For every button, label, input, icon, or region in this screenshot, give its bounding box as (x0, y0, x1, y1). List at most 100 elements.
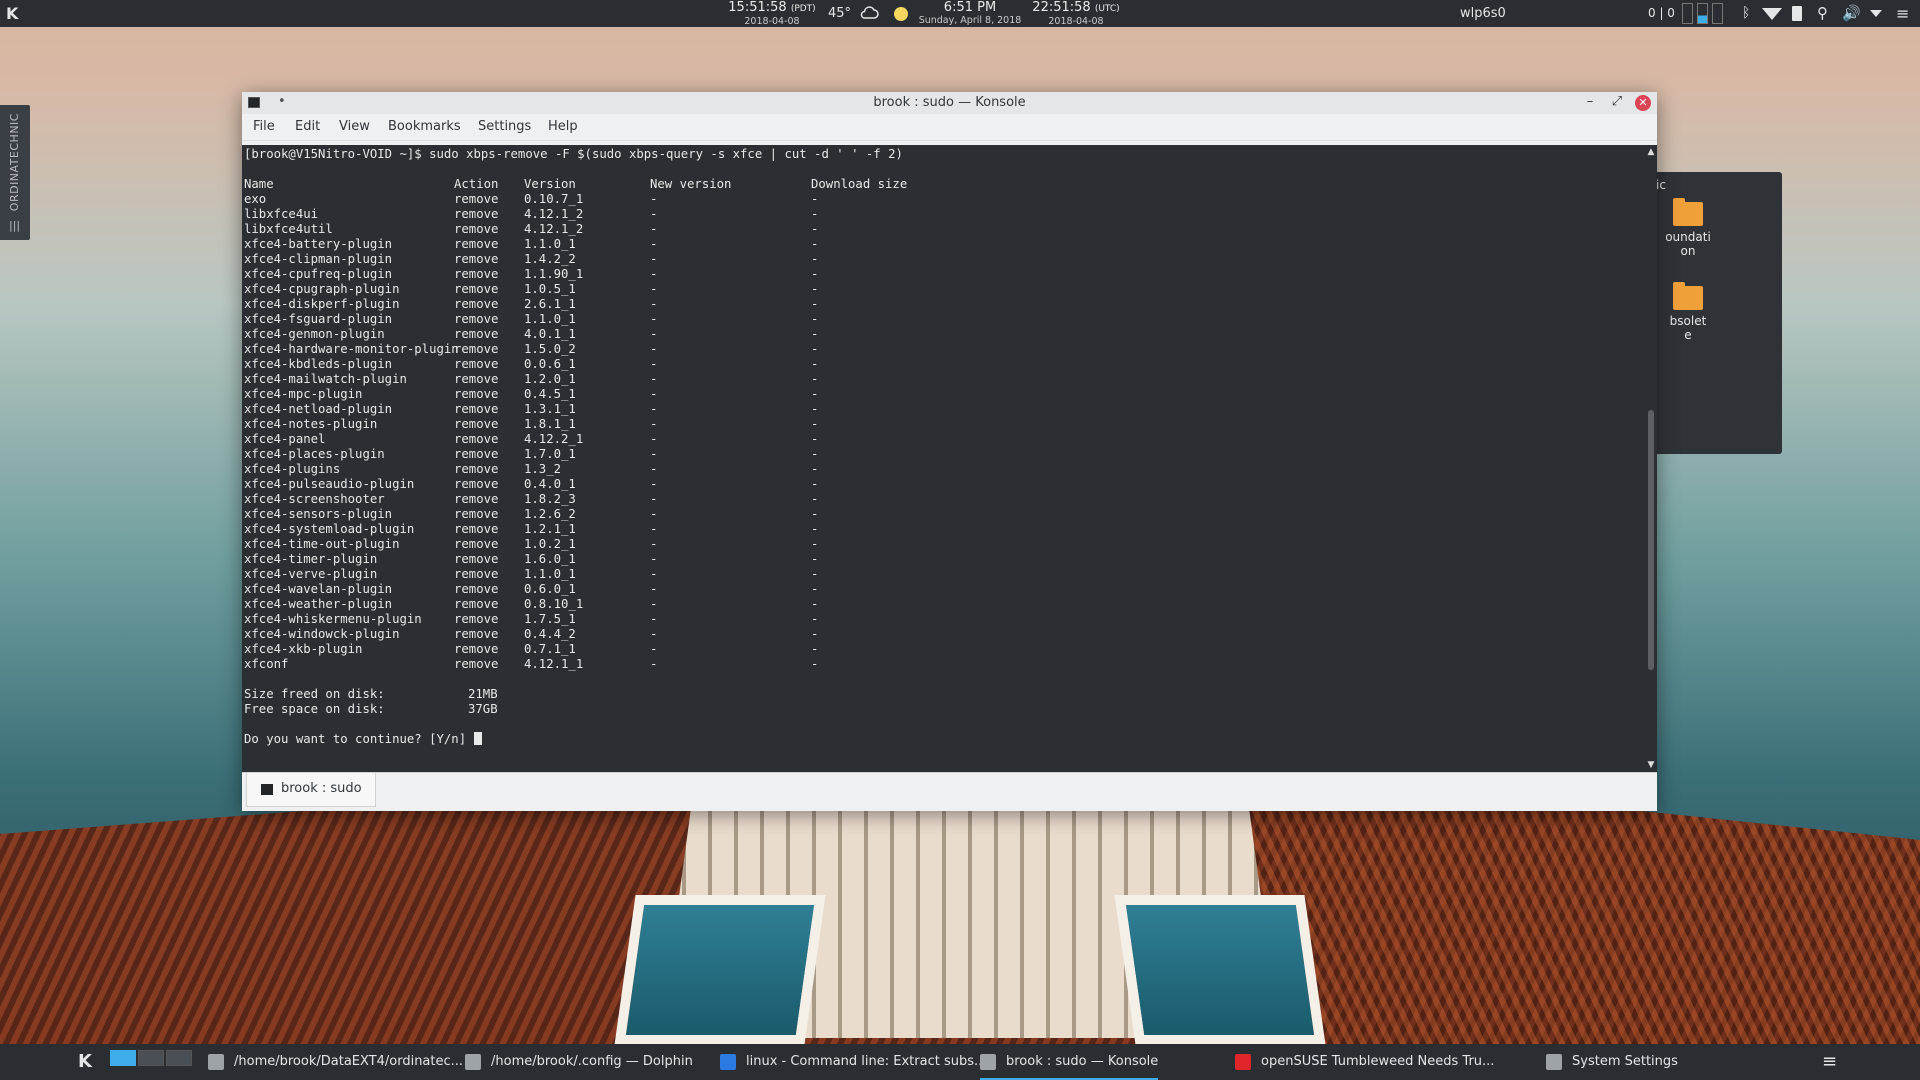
minimize-icon[interactable]: – (1581, 94, 1599, 109)
clock-utc[interactable]: 22:51:58 (UTC) 2018-04-08 (1026, 0, 1126, 28)
row-new-version: - (650, 657, 658, 671)
row-download-size: - (811, 537, 819, 551)
task-item[interactable]: linux - Command line: Extract subs... (720, 1044, 986, 1080)
row-download-size: - (811, 402, 819, 416)
row-new-version: - (650, 477, 658, 491)
row-version: 0.4.4_2 (524, 627, 576, 641)
row-version: 4.12.1_2 (524, 207, 584, 221)
terminal-scrollbar[interactable]: ▲ ▼ (1645, 145, 1657, 772)
row-new-version: - (650, 552, 658, 566)
desktop-2[interactable] (138, 1050, 164, 1066)
battery-icon[interactable] (1792, 6, 1802, 21)
window-titlebar[interactable]: • brook : sudo — Konsole – ⤢ ✕ (242, 92, 1657, 114)
row-version: 1.1.90_1 (524, 267, 584, 281)
row-action: remove (454, 522, 499, 536)
desktop-1[interactable] (110, 1050, 136, 1066)
clock-pdt-date: 2018-04-08 (744, 16, 800, 27)
row-new-version: - (650, 342, 658, 356)
row-download-size: - (811, 282, 819, 296)
folder-view-widget[interactable]: ic oundati on bsolet e (1650, 172, 1782, 454)
cpu-monitor[interactable] (1682, 3, 1693, 24)
row-download-size: - (811, 567, 819, 581)
row-version: 0.4.0_1 (524, 477, 576, 491)
scroll-thumb[interactable] (1648, 410, 1654, 670)
wifi-icon[interactable] (1762, 8, 1782, 22)
application-launcher-icon[interactable]: K (78, 1044, 92, 1080)
clock-local-date: Sunday, April 8, 2018 (918, 15, 1022, 26)
tab-brook-sudo[interactable]: brook : sudo (246, 773, 376, 807)
panel-menu-icon[interactable]: ≡ (1896, 0, 1909, 27)
row-name: xfce4-mailwatch-plugin (244, 372, 407, 386)
row-name: xfce4-time-out-plugin (244, 537, 400, 551)
row-new-version: - (650, 237, 658, 251)
terminal-icon (261, 784, 273, 795)
swap-monitor[interactable] (1712, 3, 1723, 24)
memory-monitor[interactable] (1697, 3, 1708, 24)
row-download-size: - (811, 207, 819, 221)
row-action: remove (454, 267, 499, 281)
row-version: 1.1.0_1 (524, 237, 576, 251)
menu-view[interactable]: View (339, 119, 370, 134)
row-name: xfce4-fsguard-plugin (244, 312, 393, 326)
scroll-up-icon[interactable]: ▲ (1645, 147, 1657, 157)
task-item[interactable]: /home/brook/DataEXT4/ordinatec... (208, 1044, 463, 1080)
terminal-output[interactable]: [brook@V15Nitro-VOID ~]$ sudo xbps-remov… (242, 145, 1645, 772)
taskbar-menu-icon[interactable]: ≡ (1822, 1044, 1837, 1080)
row-name: xfce4-clipman-plugin (244, 252, 393, 266)
menu-help[interactable]: Help (548, 119, 578, 134)
menu-bookmarks[interactable]: Bookmarks (388, 119, 461, 134)
task-item[interactable]: openSUSE Tumbleweed Needs Tru... (1235, 1044, 1494, 1080)
volume-icon[interactable]: 🔊 (1842, 0, 1861, 27)
folder-item-obsolete[interactable]: bsolet e (1658, 282, 1718, 342)
row-action: remove (454, 477, 499, 491)
header-action: Action (454, 177, 499, 191)
row-new-version: - (650, 462, 658, 476)
folder-item-foundation[interactable]: oundati on (1658, 198, 1718, 258)
row-name: xfce4-plugins (244, 462, 341, 476)
row-new-version: - (650, 582, 658, 596)
task-label: /home/brook/DataEXT4/ordinatec... (234, 1054, 464, 1069)
row-action: remove (454, 507, 499, 521)
row-action: remove (454, 642, 499, 656)
task-item[interactable]: brook : sudo — Konsole (980, 1044, 1159, 1080)
scroll-down-icon[interactable]: ▼ (1645, 760, 1657, 770)
row-name: xfce4-pulseaudio-plugin (244, 477, 415, 491)
row-download-size: - (811, 597, 819, 611)
paperclip-icon[interactable]: ⚲ (1817, 0, 1828, 27)
bluetooth-icon[interactable]: ᛒ (1742, 0, 1750, 27)
row-new-version: - (650, 402, 658, 416)
tray-expand-icon[interactable] (1870, 10, 1882, 18)
task-item[interactable]: /home/brook/.config — Dolphin (465, 1044, 693, 1080)
continue-prompt: Do you want to continue? [Y/n] (244, 732, 482, 747)
row-new-version: - (650, 567, 658, 581)
row-download-size: - (811, 582, 819, 596)
menu-settings[interactable]: Settings (478, 119, 531, 134)
row-download-size: - (811, 357, 819, 371)
desktop-3[interactable] (166, 1050, 192, 1066)
row-download-size: - (811, 522, 819, 536)
wallpaper-window-right (1114, 895, 1326, 1045)
row-action: remove (454, 237, 499, 251)
clock-utc-time: 22:51:58 (1032, 0, 1091, 15)
row-name: xfce4-panel (244, 432, 326, 446)
close-icon[interactable]: ✕ (1635, 95, 1651, 111)
row-action: remove (454, 252, 499, 266)
task-item[interactable]: System Settings (1546, 1044, 1678, 1080)
menu-file[interactable]: File (253, 119, 275, 134)
row-version: 1.4.2_2 (524, 252, 576, 266)
clock-local[interactable]: 6:51 PM Sunday, April 8, 2018 (910, 1, 1030, 27)
clock-utc-date: 2018-04-08 (1048, 16, 1104, 27)
row-version: 1.7.5_1 (524, 612, 576, 626)
row-name: xfce4-genmon-plugin (244, 327, 385, 341)
row-action: remove (454, 417, 499, 431)
text-cursor (473, 732, 482, 745)
row-download-size: - (811, 222, 819, 236)
task-label: linux - Command line: Extract subs... (746, 1054, 987, 1069)
taskbar: K /home/brook/DataEXT4/ordinatec... /home… (0, 1044, 1920, 1080)
side-panel-tab[interactable]: ORDINATECHNIC ||| (0, 105, 30, 240)
kde-launcher-icon[interactable]: K (6, 0, 18, 27)
maximize-icon[interactable]: ⤢ (1608, 94, 1626, 109)
clock-pdt[interactable]: 15:51:58 (PDT) 2018-04-08 (728, 1, 816, 28)
row-name: xfce4-systemload-plugin (244, 522, 415, 536)
menu-edit[interactable]: Edit (295, 119, 320, 134)
